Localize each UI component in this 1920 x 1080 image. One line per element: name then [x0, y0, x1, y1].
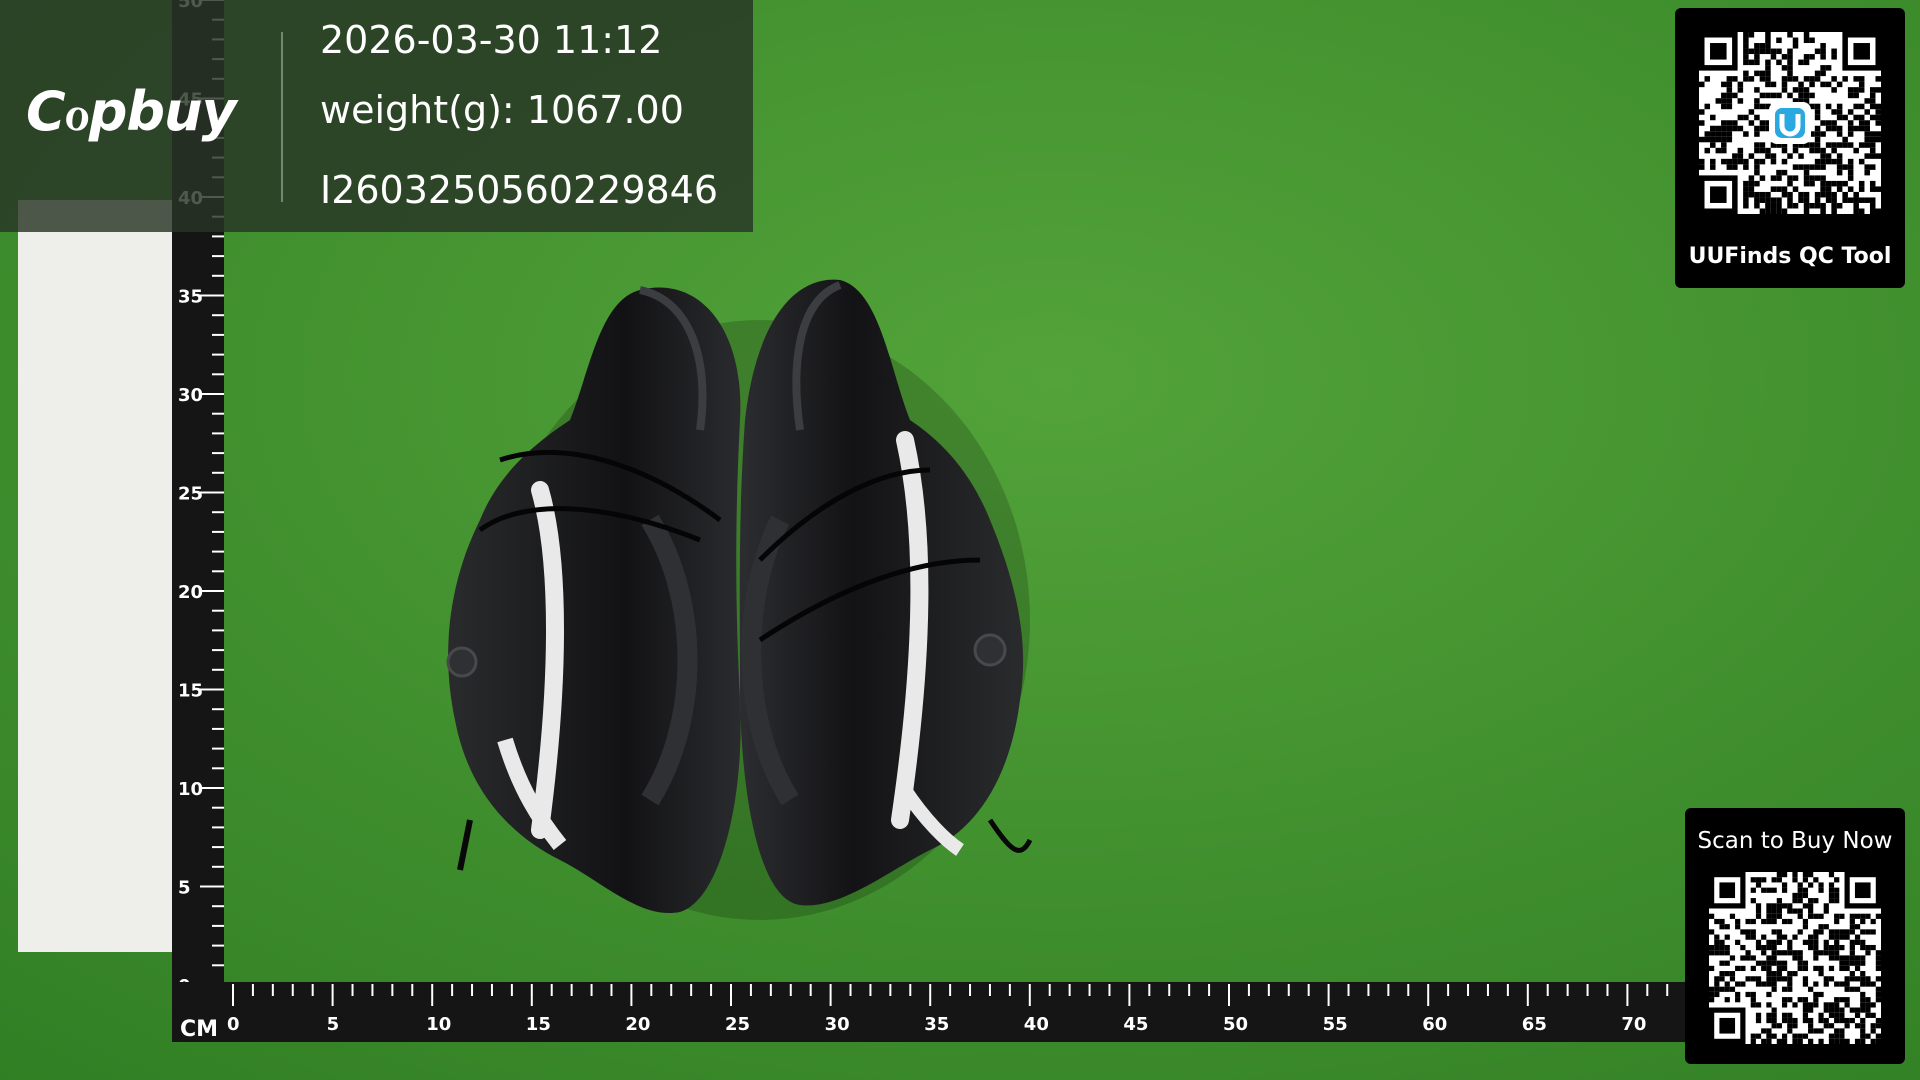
vertical-tick-label: 15	[178, 681, 203, 702]
vertical-tick-label: 30	[178, 385, 203, 406]
horizontal-tick-label: 15	[526, 1014, 551, 1035]
horizontal-tick-label: 65	[1522, 1014, 1547, 1035]
horizontal-tick-label: 20	[625, 1014, 650, 1035]
horizontal-tick-label: 55	[1323, 1014, 1348, 1035]
horizontal-tick-label: 35	[924, 1014, 949, 1035]
weight-label: weight(g): 1067.00	[320, 88, 684, 132]
info-divider	[281, 32, 283, 202]
qc-tool-badge[interactable]: UUFinds QC Tool	[1675, 8, 1905, 288]
buy-now-label: Scan to Buy Now	[1697, 828, 1893, 854]
vertical-tick-label: 25	[178, 484, 203, 505]
datetime-label: 2026-03-30 11:12	[320, 18, 663, 62]
buy-now-badge[interactable]: Scan to Buy Now	[1685, 808, 1905, 1064]
horizontal-tick-label: 10	[426, 1014, 451, 1035]
horizontal-tick-label: 5	[327, 1014, 340, 1035]
vertical-tick-label: 20	[178, 582, 203, 603]
horizontal-tick-label: 25	[725, 1014, 750, 1035]
vertical-tick-label: 35	[178, 287, 203, 308]
brand-logo: Cℴpbuy	[26, 80, 237, 143]
horizontal-tick-label: 0	[227, 1014, 240, 1035]
qr-code-icon[interactable]	[1699, 32, 1881, 214]
horizontal-tick-label: 70	[1621, 1014, 1646, 1035]
paper-strip	[18, 200, 178, 952]
horizontal-tick-label: 60	[1422, 1014, 1447, 1035]
horizontal-tick-label: 40	[1024, 1014, 1049, 1035]
horizontal-tick-label: 30	[825, 1014, 850, 1035]
horizontal-tick-label: 45	[1123, 1014, 1148, 1035]
qc-tool-label: UUFinds QC Tool	[1688, 244, 1892, 269]
item-id-label: I2603250560229846	[320, 168, 719, 212]
vertical-tick-label: 10	[178, 779, 203, 800]
vertical-tick-label: 5	[178, 878, 191, 899]
buy-qr-code-icon[interactable]	[1709, 872, 1881, 1044]
ruler-unit-label: CM	[180, 1017, 218, 1042]
qc-info-panel: Cℴpbuy 2026-03-30 11:12 weight(g): 1067.…	[0, 0, 753, 232]
horizontal-tick-label: 50	[1223, 1014, 1248, 1035]
